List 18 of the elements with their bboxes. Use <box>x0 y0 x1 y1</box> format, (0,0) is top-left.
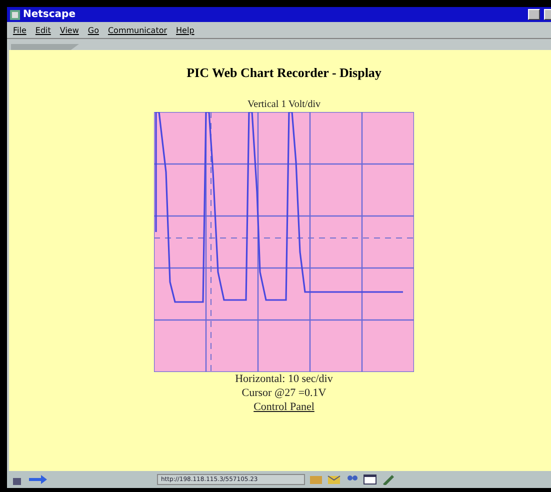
toolbar-grip[interactable] <box>11 44 79 50</box>
minimize-button[interactable] <box>528 9 540 20</box>
vertical-scale-label: Vertical 1 Volt/div <box>248 99 320 111</box>
menu-item[interactable]: File <box>13 26 26 34</box>
menu-item[interactable]: Go <box>88 26 99 34</box>
menu-item[interactable]: Help <box>176 26 194 34</box>
arrow-icon <box>28 474 48 485</box>
control-panel-link[interactable]: Control Panel <box>254 400 314 414</box>
menu-item[interactable]: Communicator <box>108 26 168 34</box>
menu-item[interactable]: Edit <box>35 26 51 34</box>
window-icon[interactable] <box>363 474 377 485</box>
window-title: Netscape <box>23 9 76 20</box>
horizontal-scale-label: Horizontal: 10 sec/div <box>235 372 333 386</box>
menu-item[interactable]: View <box>60 26 79 34</box>
cursor-readout: Cursor @27 =0.1V <box>242 386 326 400</box>
mail-icon[interactable] <box>327 474 341 485</box>
app-icon <box>10 10 20 20</box>
page-heading: PIC Web Chart Recorder - Display <box>186 65 382 81</box>
